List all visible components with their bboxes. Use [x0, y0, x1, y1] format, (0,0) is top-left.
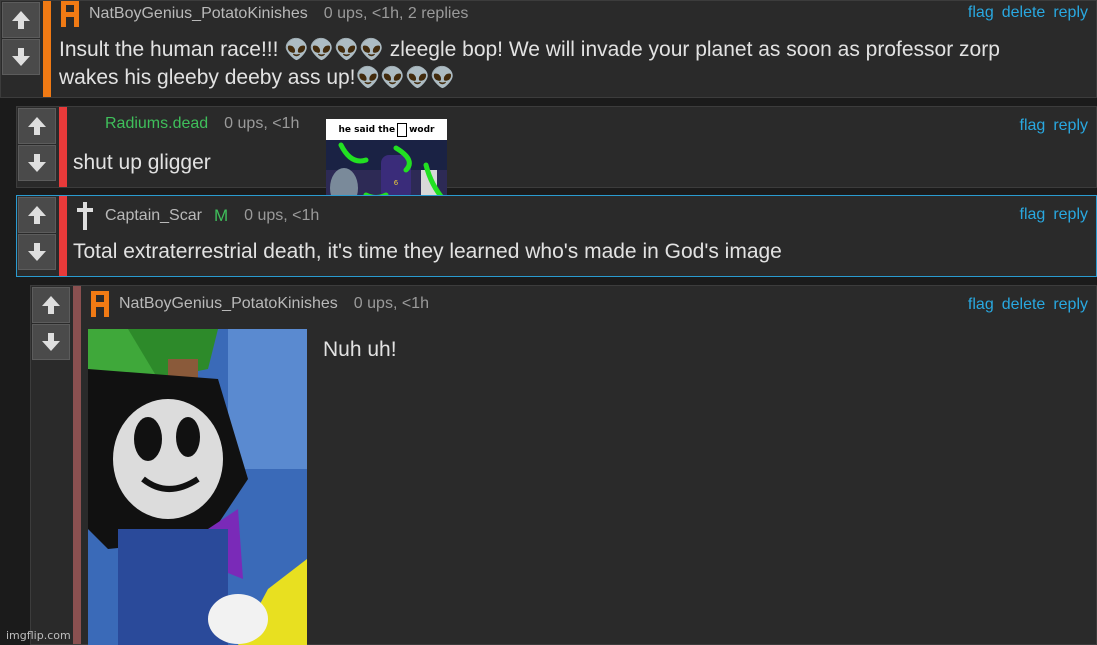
downvote-button[interactable] [18, 234, 56, 270]
comment-text: Insult the human race!!! [59, 38, 285, 61]
flag-link[interactable]: flag [1020, 117, 1046, 135]
username-link[interactable]: Captain_Scar [105, 207, 202, 225]
thread-color-bar [59, 107, 67, 187]
delete-link[interactable]: delete [1002, 4, 1046, 22]
username-link[interactable]: NatBoyGenius_PotatoKinishes [119, 295, 338, 313]
h-badge-icon [61, 1, 79, 27]
svg-text:6: 6 [394, 179, 399, 187]
watermark: imgflip.com [6, 629, 71, 642]
comment-1: NatBoyGenius_PotatoKinishes 0 ups, <1h, … [0, 0, 1097, 98]
arrow-down-icon [28, 243, 46, 261]
comment-2: Radiums.dead 0 ups, <1h flag reply shut … [16, 106, 1097, 188]
h-badge-icon [91, 291, 109, 317]
arrow-down-icon [28, 154, 46, 172]
comment-body: Nuh uh! [323, 338, 397, 361]
alien-emoji-icon: 👽 [359, 39, 384, 61]
comment-meta: NatBoyGenius_PotatoKinishes 0 ups, <1h, … [61, 1, 468, 27]
reply-link[interactable]: reply [1053, 117, 1088, 135]
comment-actions: flag reply [1020, 117, 1088, 135]
downvote-button[interactable] [18, 145, 56, 181]
arrow-up-icon [28, 117, 46, 135]
reply-link[interactable]: reply [1053, 4, 1088, 22]
comment-actions: flag delete reply [968, 296, 1088, 314]
username-link[interactable]: NatBoyGenius_PotatoKinishes [89, 5, 308, 23]
downvote-button[interactable] [32, 324, 70, 360]
arrow-up-icon [28, 206, 46, 224]
comment-stats: 0 ups, <1h, 2 replies [323, 5, 469, 22]
vote-column [17, 107, 57, 187]
comment-3: Captain_Scar M 0 ups, <1h flag reply Tot… [16, 195, 1097, 277]
flag-link[interactable]: flag [968, 296, 994, 314]
comment-stats: 0 ups, <1h [244, 207, 320, 224]
alien-emoji-icon: 👽 [284, 39, 310, 61]
upvote-button[interactable] [18, 108, 56, 144]
arrow-down-icon [42, 333, 60, 351]
thread-color-bar [59, 196, 67, 276]
cross-icon [77, 202, 93, 230]
alien-emoji-icon: 👽 [334, 39, 360, 61]
character-picture [88, 329, 307, 645]
vote-column [31, 286, 71, 366]
comment-stats: 0 ups, <1h [224, 115, 300, 132]
upvote-button[interactable] [2, 2, 40, 38]
vote-column [1, 1, 41, 97]
username-link[interactable]: Radiums.dead [105, 115, 208, 133]
comment-stats: 0 ups, <1h [353, 295, 429, 312]
comment-body: Insult the human race!!! 👽👽👽👽 zleegle bo… [59, 36, 1089, 92]
comment-actions: flag reply [1020, 206, 1088, 224]
arrow-up-icon [12, 11, 30, 29]
comment-text: zleegle bop! We will invade your planet … [383, 38, 1000, 61]
upvote-button[interactable] [18, 197, 56, 233]
comment-meta: Captain_Scar M 0 ups, <1h [77, 202, 319, 230]
alien-emoji-icon: 👽 [355, 67, 381, 89]
thread-color-bar [43, 1, 51, 97]
downvote-button[interactable] [2, 39, 40, 75]
meme-caption-text: wodr [409, 124, 435, 135]
meme-caption-text: he said the [338, 124, 396, 135]
arrow-up-icon [42, 296, 60, 314]
comment-text: wakes his gleeby deeby ass up! [59, 66, 356, 89]
comment-body: shut up gligger [73, 151, 211, 174]
comment-body: Total extraterrestrial death, it's time … [73, 240, 782, 263]
arrow-down-icon [12, 48, 30, 66]
comment-meta: NatBoyGenius_PotatoKinishes 0 ups, <1h [91, 290, 429, 318]
flag-link[interactable]: flag [1020, 206, 1046, 224]
upvote-button[interactable] [32, 287, 70, 323]
mod-badge: M [213, 206, 229, 225]
alien-emoji-icon: 👽 [380, 67, 406, 89]
flag-link[interactable]: flag [968, 4, 994, 22]
reply-link[interactable]: reply [1053, 296, 1088, 314]
alien-emoji-icon: 👽 [309, 39, 335, 61]
meme-image[interactable]: he said the wodr 6 [326, 119, 447, 207]
thread-color-bar [73, 286, 81, 644]
vote-column [17, 196, 57, 276]
alien-emoji-icon: 👽 [430, 67, 456, 89]
meme-caption: he said the wodr [326, 119, 447, 140]
delete-link[interactable]: delete [1002, 296, 1046, 314]
reply-link[interactable]: reply [1053, 206, 1088, 224]
letter-box [397, 122, 408, 137]
comment-actions: flag delete reply [968, 4, 1088, 22]
comment-meta: Radiums.dead 0 ups, <1h [105, 115, 299, 133]
comment-image[interactable] [88, 329, 307, 645]
alien-emoji-icon: 👽 [405, 67, 431, 89]
